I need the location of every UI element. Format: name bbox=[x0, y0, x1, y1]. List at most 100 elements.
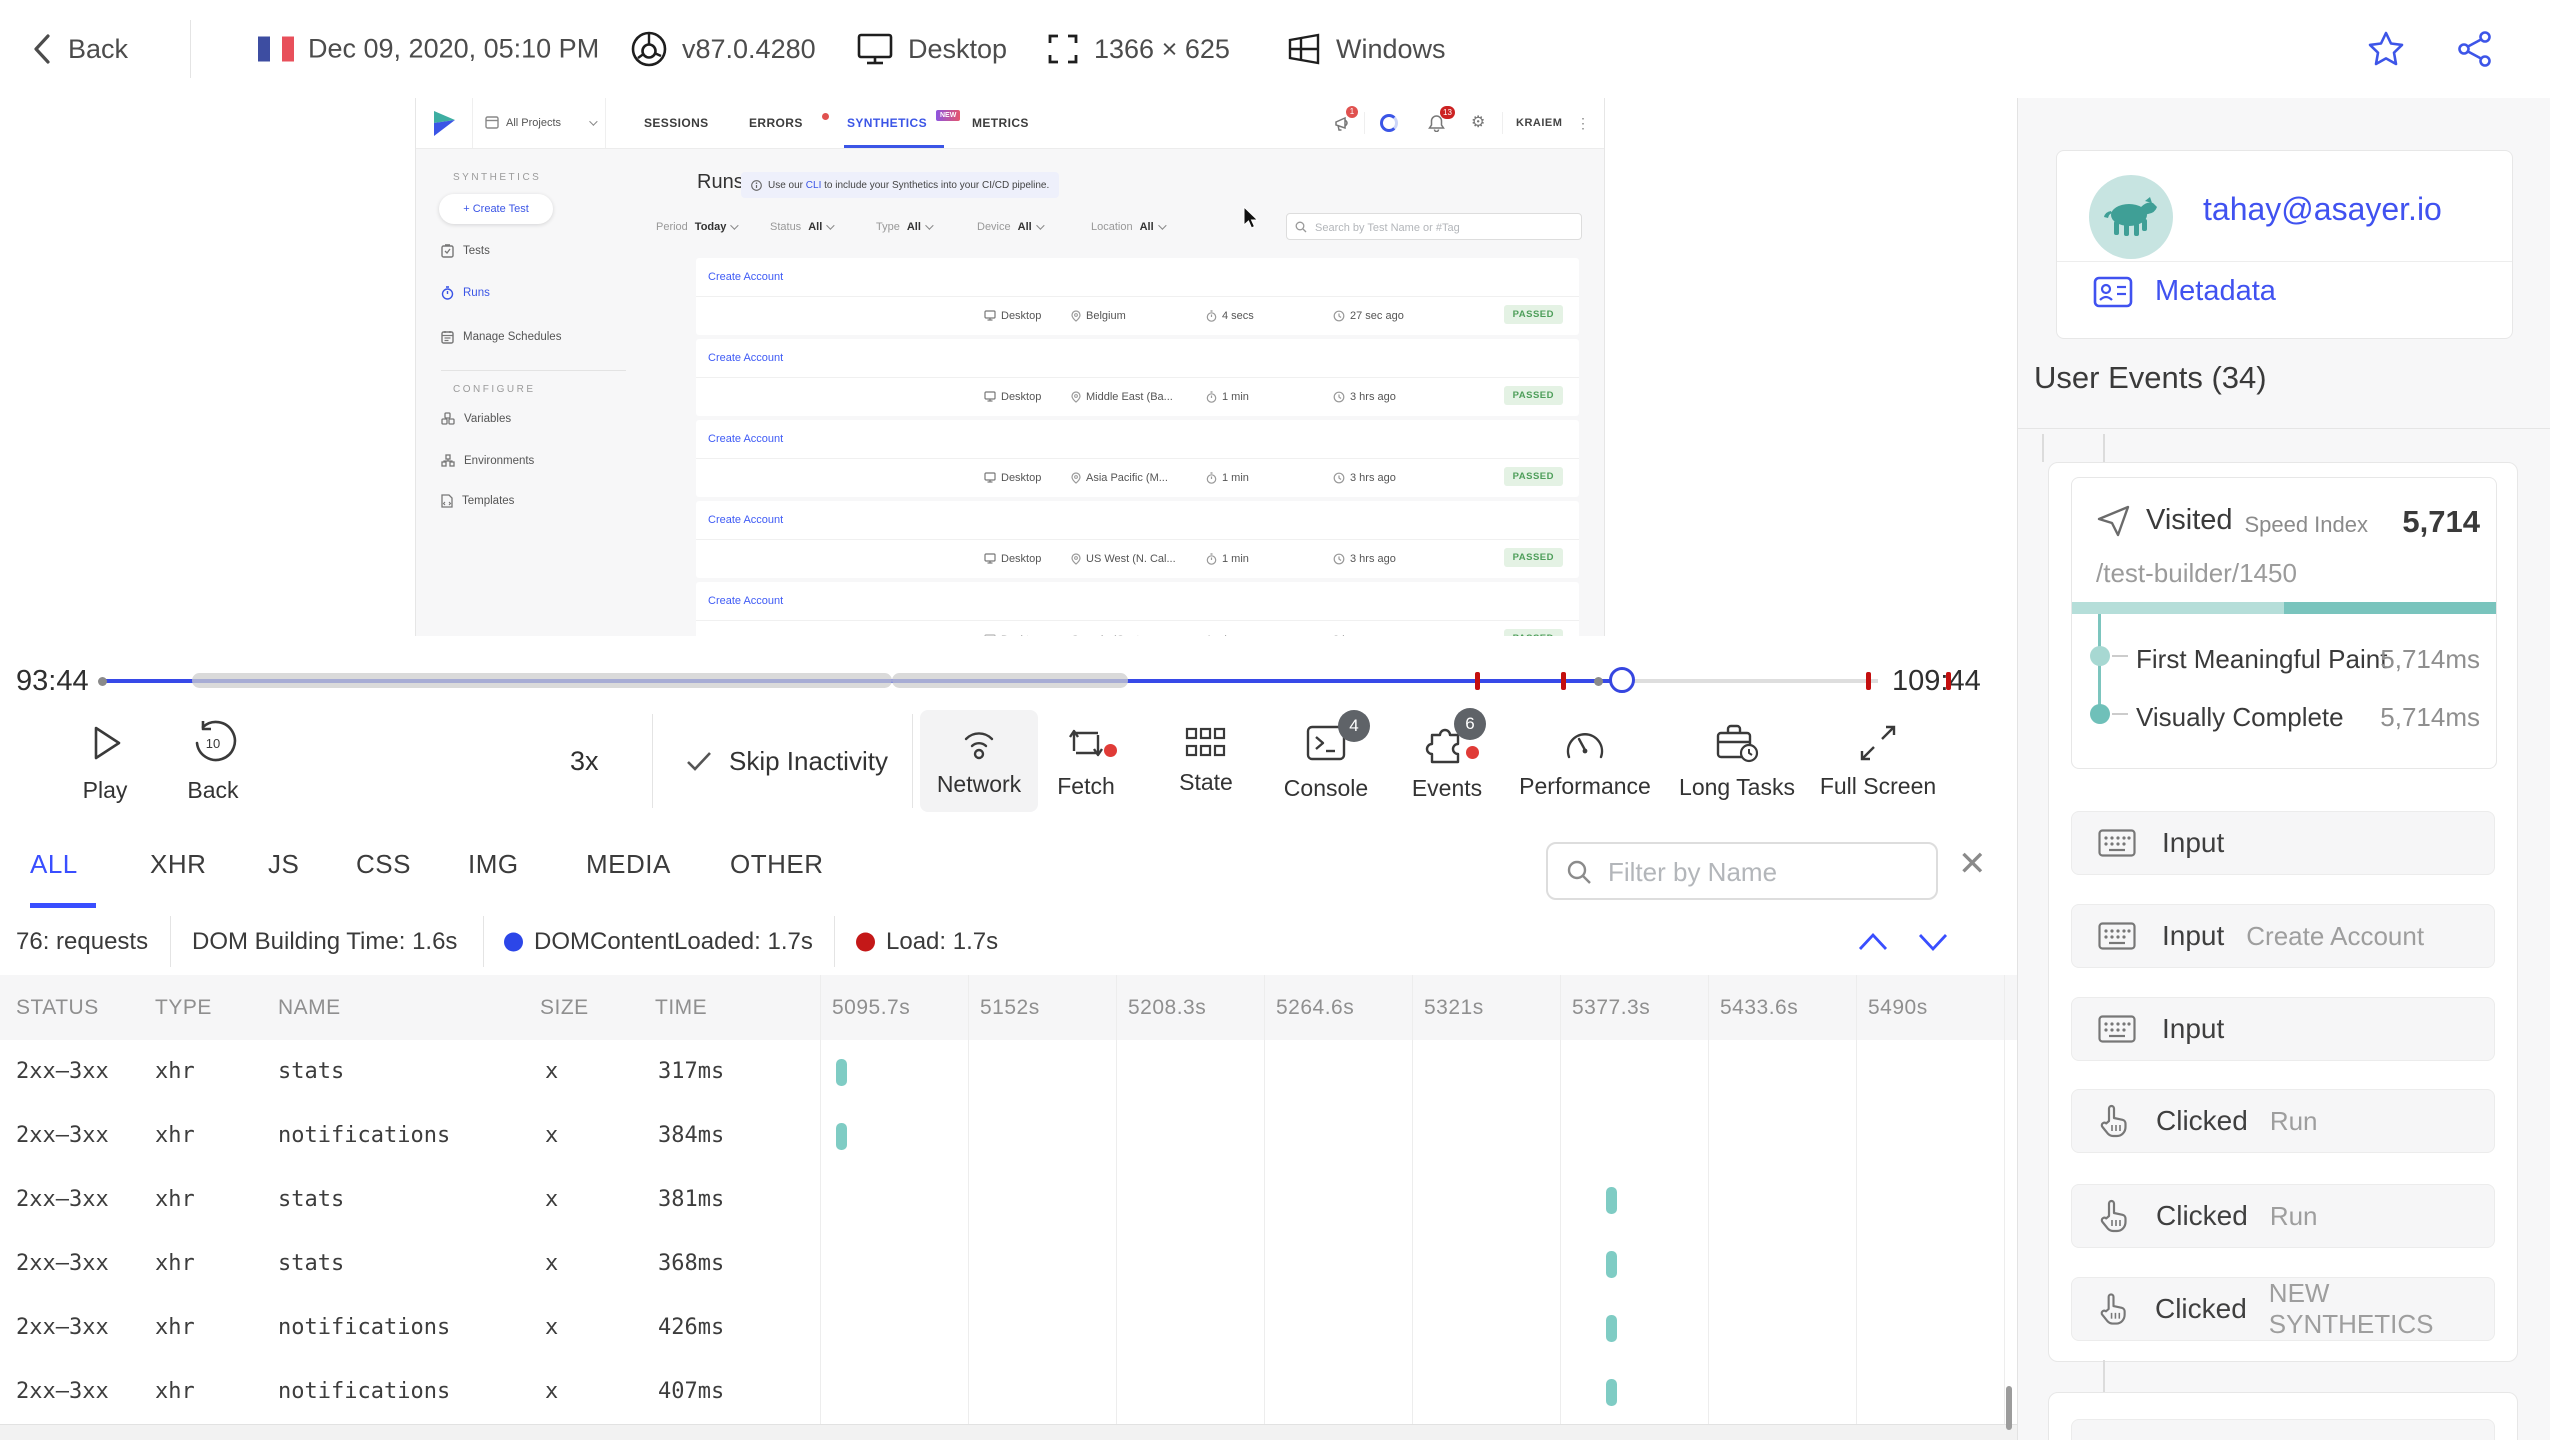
run-location: Asia Pacific (M... bbox=[1086, 471, 1168, 484]
desktop-icon bbox=[984, 553, 996, 564]
metadata-button[interactable]: Metadata bbox=[2093, 275, 2276, 308]
event-marker bbox=[1946, 672, 1951, 690]
sidebar-item-templates[interactable]: Templates bbox=[441, 494, 514, 508]
username-menu[interactable]: KRAIEM bbox=[1516, 98, 1562, 148]
fullscreen-button[interactable]: Full Screen bbox=[1812, 702, 1944, 820]
filter-device[interactable]: Device All bbox=[977, 219, 1045, 235]
back-10s-button[interactable]: 10 Back bbox=[175, 702, 251, 820]
metric-dash bbox=[2112, 713, 2128, 715]
request-row[interactable]: 2xx–3xx xhr notifications x 407ms bbox=[0, 1360, 2017, 1425]
tab-synthetics[interactable]: SYNTHETICS bbox=[847, 98, 927, 148]
user-event-input[interactable]: Input Create Account bbox=[2071, 904, 2495, 968]
run-row[interactable]: Create Account Desktop Canada (Centra...… bbox=[696, 582, 1579, 636]
cli-link[interactable]: CLI bbox=[806, 180, 822, 191]
user-event-input[interactable]: Input bbox=[2071, 811, 2495, 875]
console-panel-button[interactable]: Console 4 bbox=[1276, 702, 1376, 820]
mini-search-input[interactable] bbox=[1313, 214, 1577, 241]
tab-errors[interactable]: ERRORS bbox=[749, 98, 803, 148]
run-test-name[interactable]: Create Account bbox=[708, 339, 783, 377]
horizontal-scrollbar-track[interactable] bbox=[0, 1424, 2017, 1440]
user-event[interactable] bbox=[2071, 1419, 2495, 1440]
run-row[interactable]: Create Account Desktop Middle East (Ba..… bbox=[696, 339, 1579, 416]
paint-progress-left bbox=[2072, 602, 2284, 614]
long-tasks-icon bbox=[1716, 724, 1759, 762]
network-panel-button[interactable]: Network bbox=[920, 710, 1038, 812]
user-event-input[interactable]: Input bbox=[2071, 997, 2495, 1061]
user-event-click[interactable]: Clicked NEW SYNTHETICS bbox=[2071, 1277, 2495, 1341]
divider bbox=[912, 714, 913, 808]
network-filter-input[interactable] bbox=[1606, 848, 1930, 896]
run-test-name[interactable]: Create Account bbox=[708, 582, 783, 620]
network-filter-tabs: ALL XHR JS CSS IMG MEDIA OTHER ✕ bbox=[0, 820, 2017, 909]
run-test-name[interactable]: Create Account bbox=[708, 258, 783, 296]
close-panel-icon[interactable]: ✕ bbox=[1958, 820, 1987, 908]
request-row[interactable]: 2xx–3xx xhr stats x 368ms bbox=[0, 1232, 2017, 1297]
tab-metrics[interactable]: METRICS bbox=[972, 98, 1029, 148]
long-tasks-panel-button[interactable]: Long Tasks bbox=[1672, 702, 1802, 820]
share-button[interactable] bbox=[2456, 30, 2494, 68]
project-selector[interactable]: All Projects bbox=[472, 98, 606, 148]
track-dot bbox=[1594, 677, 1603, 686]
tab-sessions[interactable]: SESSIONS bbox=[644, 98, 709, 148]
jump-down-icon[interactable] bbox=[1916, 931, 1950, 953]
run-device: Desktop bbox=[1001, 309, 1042, 322]
sidebar-item-variables[interactable]: Variables bbox=[441, 412, 511, 425]
sidebar-item-runs[interactable]: Runs bbox=[441, 286, 490, 300]
jump-up-icon[interactable] bbox=[1856, 931, 1890, 953]
visited-event-card[interactable]: Visited Speed Index 5,714 /test-builder/… bbox=[2071, 477, 2497, 769]
tab-img[interactable]: IMG bbox=[468, 820, 519, 908]
performance-panel-button[interactable]: Performance bbox=[1512, 702, 1658, 820]
filter-period[interactable]: Period Today bbox=[656, 219, 740, 235]
run-test-name[interactable]: Create Account bbox=[708, 501, 783, 539]
user-event-click[interactable]: Clicked Run bbox=[2071, 1089, 2495, 1153]
events-panel-button[interactable]: Events 6 bbox=[1400, 702, 1494, 820]
request-row[interactable]: 2xx–3xx xhr notifications x 384ms bbox=[0, 1104, 2017, 1169]
kebab-menu-icon[interactable]: ⋮ bbox=[1576, 98, 1590, 148]
state-panel-button[interactable]: State bbox=[1166, 702, 1246, 820]
run-row[interactable]: Create Account Desktop US West (N. Cal..… bbox=[696, 501, 1579, 578]
user-email-link[interactable]: tahay@asayer.io bbox=[2203, 191, 2442, 228]
tab-media[interactable]: MEDIA bbox=[586, 820, 671, 908]
dcl-marker-dot bbox=[504, 932, 523, 951]
filter-type[interactable]: Type All bbox=[876, 219, 934, 235]
status-badge: PASSED bbox=[1503, 629, 1563, 636]
favorite-button[interactable] bbox=[2366, 30, 2406, 68]
run-row[interactable]: Create Account Desktop Belgium 4 secs 27… bbox=[696, 258, 1579, 335]
tab-all[interactable]: ALL bbox=[30, 820, 78, 908]
tab-other[interactable]: OTHER bbox=[730, 820, 824, 908]
play-button[interactable]: Play bbox=[70, 702, 140, 820]
sidebar-item-tests[interactable]: Tests bbox=[441, 244, 490, 258]
request-row[interactable]: 2xx–3xx xhr notifications x 426ms bbox=[0, 1296, 2017, 1361]
vertical-scrollbar-thumb[interactable] bbox=[2006, 1386, 2012, 1430]
request-row[interactable]: 2xx–3xx xhr stats x 381ms bbox=[0, 1168, 2017, 1233]
user-event-click[interactable]: Clicked Run bbox=[2071, 1184, 2495, 1248]
tab-xhr[interactable]: XHR bbox=[150, 820, 206, 908]
run-test-name[interactable]: Create Account bbox=[708, 420, 783, 458]
tab-js[interactable]: JS bbox=[268, 820, 299, 908]
filter-status[interactable]: Status All bbox=[770, 219, 835, 235]
fetch-panel-button[interactable]: Fetch bbox=[1048, 702, 1124, 820]
playhead-handle[interactable] bbox=[1609, 667, 1635, 693]
avatar bbox=[2089, 175, 2173, 259]
col-time: TIME bbox=[655, 995, 708, 1019]
request-row[interactable]: 2xx–3xx xhr stats x 317ms bbox=[0, 1040, 2017, 1105]
grid-line bbox=[1412, 975, 1413, 1424]
create-test-button[interactable]: + Create Test bbox=[439, 194, 553, 224]
speed-toggle[interactable]: 3x bbox=[570, 702, 599, 820]
skip-inactivity-toggle[interactable]: Skip Inactivity bbox=[685, 702, 888, 820]
run-ago: 27 sec ago bbox=[1350, 309, 1404, 322]
col-type: TYPE bbox=[155, 995, 212, 1019]
run-row[interactable]: Create Account Desktop Asia Pacific (M..… bbox=[696, 420, 1579, 497]
sidebar-item-manage-schedules[interactable]: Manage Schedules bbox=[441, 330, 561, 344]
settings-gear-icon[interactable]: ⚙ bbox=[1471, 98, 1485, 148]
filter-location[interactable]: Location All bbox=[1091, 219, 1167, 235]
timeline-track[interactable] bbox=[98, 661, 1878, 702]
sidebar-item-environments[interactable]: Environments bbox=[441, 454, 534, 467]
tab-css[interactable]: CSS bbox=[356, 820, 411, 908]
search-icon bbox=[1295, 221, 1307, 233]
location-pin-icon bbox=[1071, 309, 1081, 322]
back-button[interactable]: Back bbox=[30, 32, 128, 66]
network-summary-bar: 76: requests DOM Building Time: 1.6s DOM… bbox=[0, 908, 2017, 976]
performance-gauge-icon bbox=[1566, 732, 1604, 758]
request-name: stats bbox=[278, 1251, 345, 1276]
